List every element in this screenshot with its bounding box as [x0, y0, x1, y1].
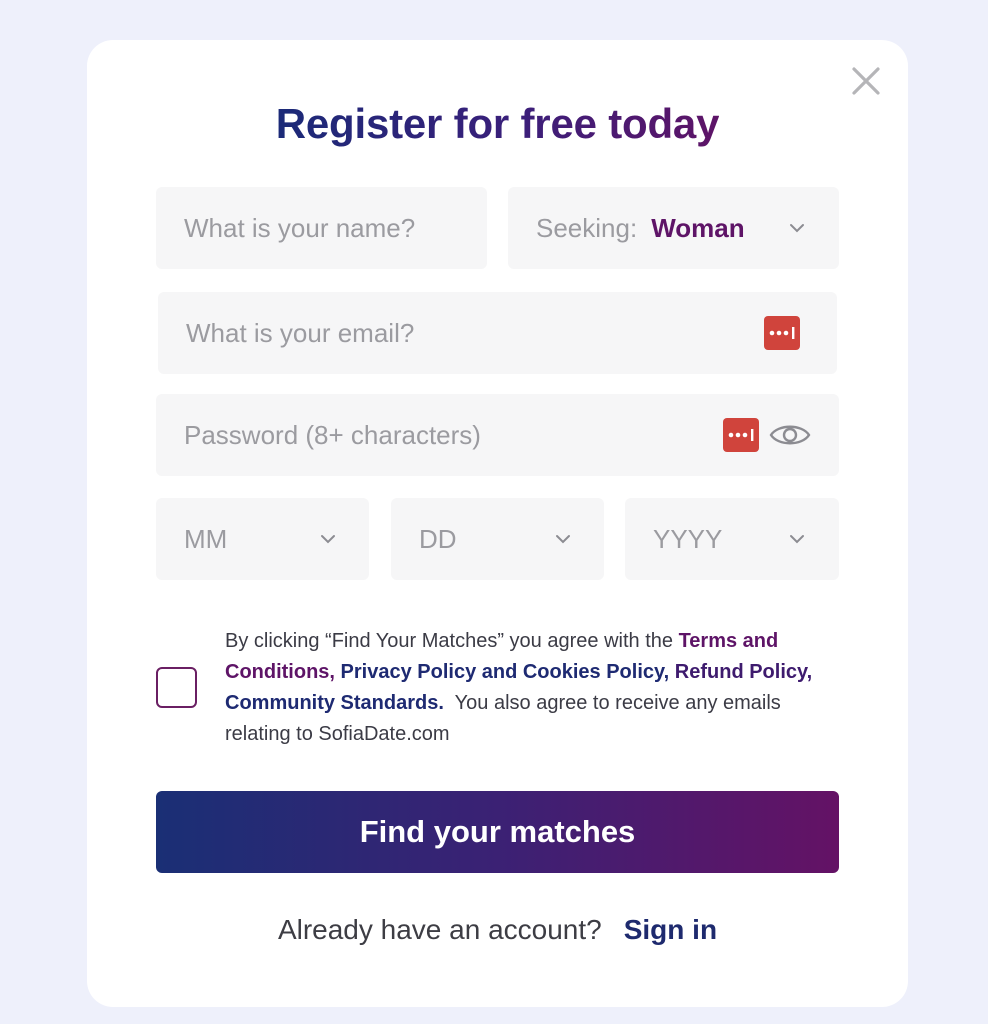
- password-manager-icon[interactable]: [764, 316, 800, 350]
- name-placeholder: What is your name?: [184, 212, 416, 243]
- day-select[interactable]: DD: [391, 498, 604, 580]
- page-title: Register for free today: [275, 100, 720, 147]
- signin-link[interactable]: Sign in: [624, 914, 717, 945]
- password-manager-icon[interactable]: [723, 418, 759, 452]
- signin-prompt: Already have an account?: [277, 914, 602, 945]
- signin-row: Already have an account? Sign in: [87, 914, 908, 946]
- close-icon[interactable]: [849, 64, 883, 98]
- year-placeholder: YYYY: [653, 523, 723, 554]
- terms-text: By clicking “Find Your Matches” you agre…: [225, 626, 835, 750]
- community-standards-link[interactable]: Community Standards.: [225, 692, 444, 714]
- register-modal: Register for free today What is your nam…: [87, 40, 908, 1007]
- password-input[interactable]: Password (8+ characters): [156, 394, 839, 476]
- year-select[interactable]: YYYY: [625, 498, 839, 580]
- email-placeholder: What is your email?: [186, 317, 415, 348]
- refund-link[interactable]: Refund Policy,: [675, 661, 812, 683]
- chevron-down-icon: [790, 535, 804, 544]
- name-input[interactable]: What is your name?: [156, 187, 487, 269]
- agree-checkbox[interactable]: [156, 667, 197, 708]
- password-placeholder: Password (8+ characters): [184, 419, 481, 450]
- month-select[interactable]: MM: [156, 498, 369, 580]
- terms-prefix: By clicking “Find Your Matches” you agre…: [225, 630, 679, 652]
- find-matches-button[interactable]: Find your matches: [156, 791, 839, 873]
- chevron-down-icon: [321, 535, 335, 544]
- chevron-down-icon: [790, 224, 804, 233]
- month-placeholder: MM: [184, 523, 228, 554]
- eye-icon[interactable]: [769, 420, 811, 450]
- privacy-link[interactable]: Privacy Policy and Cookies Policy,: [341, 661, 670, 683]
- email-input[interactable]: What is your email?: [158, 292, 837, 374]
- seeking-select[interactable]: Seeking: Woman: [508, 187, 839, 269]
- seeking-label: Seeking:: [536, 212, 638, 243]
- seeking-value: Woman: [651, 212, 745, 243]
- day-placeholder: DD: [419, 523, 457, 554]
- chevron-down-icon: [556, 535, 570, 544]
